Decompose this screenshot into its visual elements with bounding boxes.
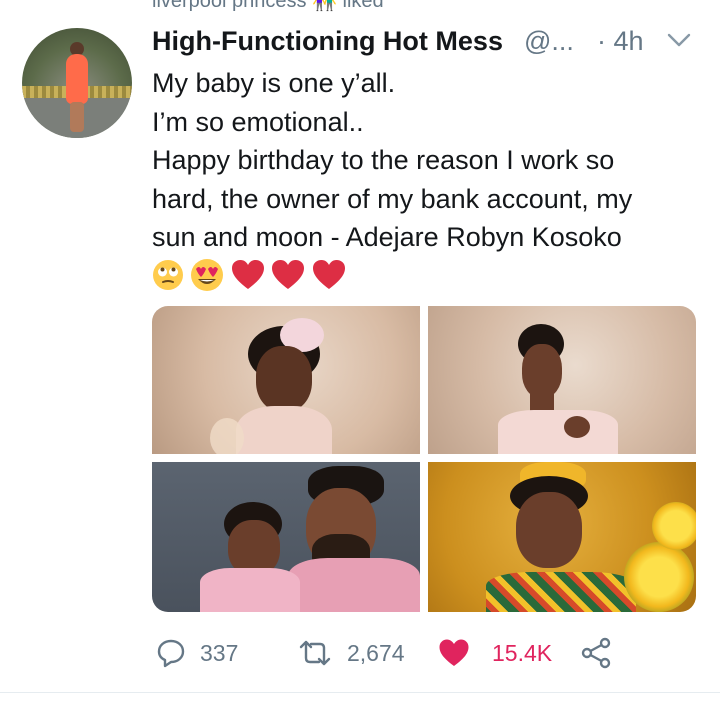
tweet-actions: 337 2,674 15.4K <box>152 633 712 673</box>
red-heart-icon <box>312 260 345 289</box>
photo-baby-yellow-flowers[interactable] <box>428 462 696 612</box>
avatar[interactable] <box>22 28 132 138</box>
reply-count: 337 <box>200 639 239 666</box>
red-heart-icon <box>272 260 305 289</box>
tweet-time[interactable]: · 4h <box>597 26 644 57</box>
like-count: 15.4K <box>492 639 553 666</box>
retweet-icon <box>299 640 331 666</box>
red-heart-icon <box>231 260 264 289</box>
heart-filled-icon <box>439 639 469 666</box>
share-button[interactable] <box>580 633 612 673</box>
reply-button[interactable]: 337 <box>156 633 238 673</box>
author-name[interactable]: High-Functioning Hot Mess <box>152 26 503 57</box>
chevron-down-icon[interactable] <box>666 30 692 50</box>
divider <box>0 692 720 693</box>
like-button[interactable]: 15.4K <box>438 633 552 673</box>
tweet-line: sun and moon - Adejare Robyn Kosoko <box>152 222 622 252</box>
retweet-button[interactable]: 2,674 <box>297 633 405 673</box>
tweet-line: I’m so emotional.. <box>152 106 364 137</box>
photo-baby-pink-bow[interactable] <box>152 306 420 454</box>
author-handle[interactable]: @... <box>524 26 574 57</box>
photo-grid <box>152 306 696 612</box>
tweet-line: Happy birthday to the reason I work so <box>152 145 615 175</box>
tweet-line: My baby is one y’all. <box>152 68 396 98</box>
retweet-count: 2,674 <box>347 639 405 666</box>
share-icon <box>581 637 611 669</box>
social-context: liverpool princess 👫 liked <box>152 0 384 12</box>
tweet-header: High-Functioning Hot Mess @... · 4h <box>152 26 712 58</box>
tweet-text: My baby is one y’all. I’m so emotional..… <box>152 64 707 257</box>
face-with-rolling-eyes-icon <box>153 260 183 290</box>
tweet-line: hard, the owner of my bank account, my <box>152 183 633 214</box>
emoji-row <box>152 258 348 291</box>
photo-father-and-baby[interactable] <box>152 462 420 612</box>
photo-woman-pink-dress[interactable] <box>428 306 696 454</box>
reply-icon <box>157 639 185 668</box>
smiling-face-with-heart-eyes-icon <box>191 259 224 291</box>
